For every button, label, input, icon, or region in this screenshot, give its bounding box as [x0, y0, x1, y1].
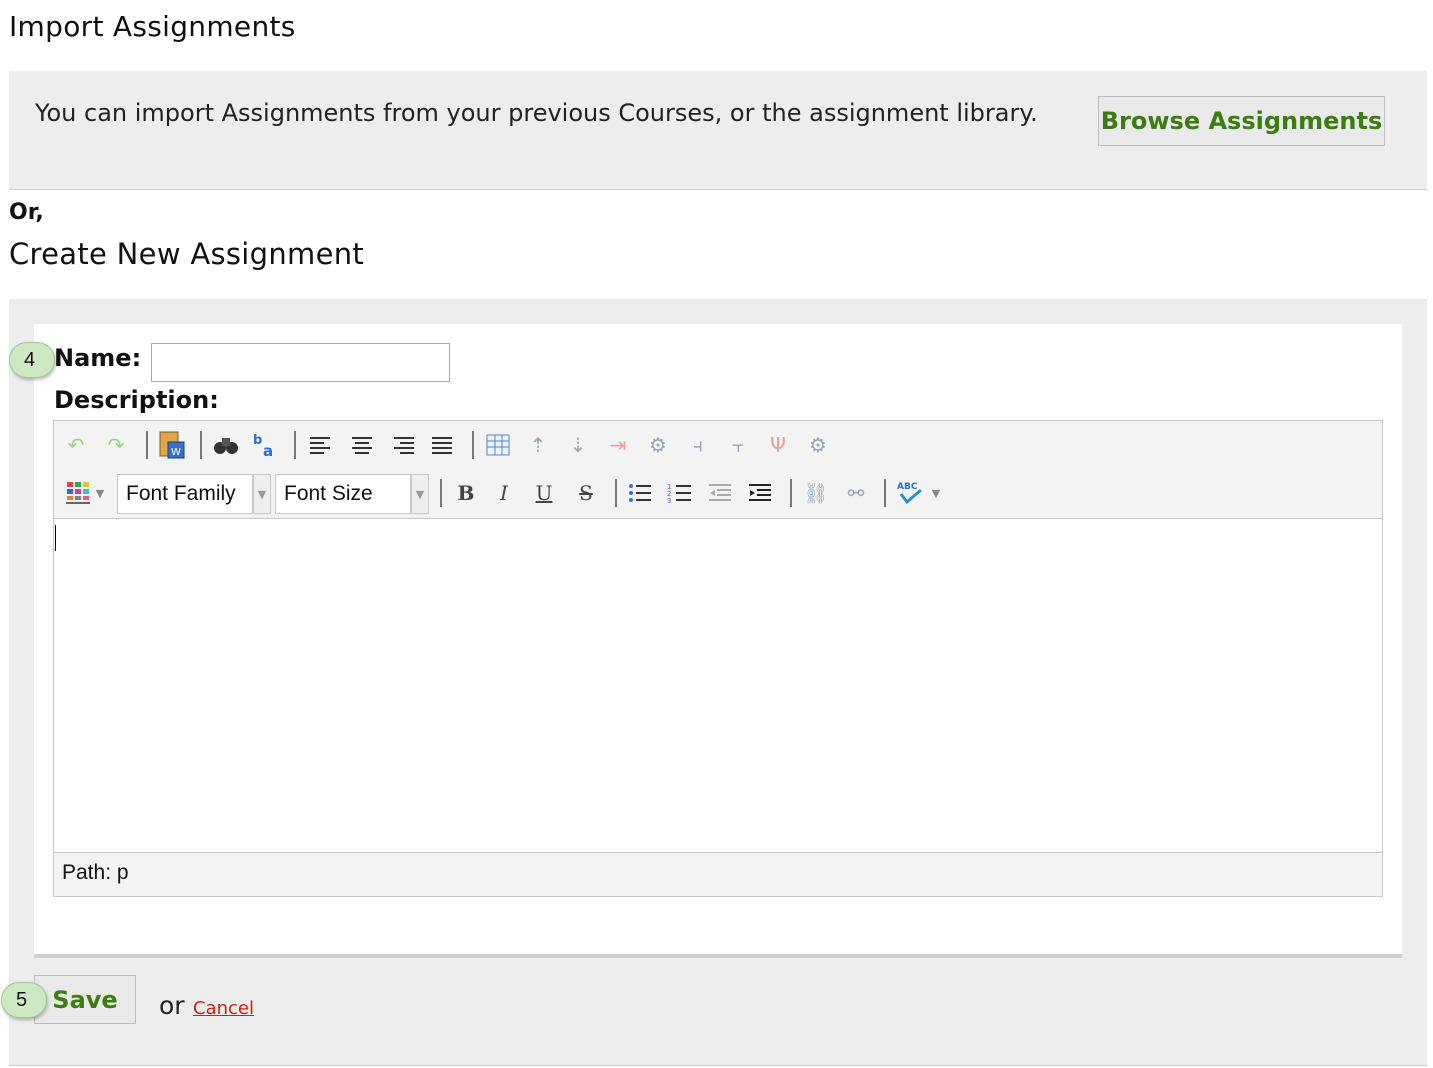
numbered-list-icon[interactable]: 123 — [664, 477, 696, 509]
paste-word-icon[interactable]: W — [156, 429, 188, 461]
toolbar-separator — [884, 479, 886, 507]
toolbar-separator — [294, 431, 296, 459]
undo-icon[interactable]: ↶ — [60, 429, 92, 461]
text-caret — [55, 525, 56, 551]
delete-row-icon[interactable]: ⇥ — [602, 429, 634, 461]
save-button[interactable]: Save — [34, 975, 136, 1024]
replace-icon[interactable]: ba — [250, 429, 282, 461]
row-after-icon[interactable]: ⇣ — [562, 429, 594, 461]
find-icon[interactable] — [210, 429, 242, 461]
col-after-icon[interactable]: ⫟ — [722, 429, 754, 461]
text-color-icon[interactable] — [62, 477, 94, 509]
font-family-select[interactable]: Font Family — [117, 474, 253, 514]
editor-toolbar-row-2: ▼ Font Family ▼ Font Size ▼ B I U S 123 — [54, 469, 1382, 517]
create-panel: Name: Description: ↶ ↷ W ba ⇡ ⇣ ⇥ ⚙ ⫞ ⫟ … — [1, 299, 1427, 1066]
underline-icon[interactable]: U — [528, 477, 560, 509]
description-editor: ↶ ↷ W ba ⇡ ⇣ ⇥ ⚙ ⫞ ⫟ Ψ ⚙ ▼ Font Family ▼… — [53, 420, 1383, 897]
import-panel: You can import Assignments from your pre… — [9, 71, 1427, 190]
redo-icon[interactable]: ↷ — [100, 429, 132, 461]
outdent-icon[interactable] — [704, 477, 736, 509]
svg-text:W: W — [171, 447, 181, 458]
delete-col-icon[interactable]: Ψ — [762, 429, 794, 461]
unlink-icon[interactable]: ⚯ — [840, 477, 872, 509]
font-family-dropdown-icon[interactable]: ▼ — [253, 474, 271, 514]
or-text: or — [159, 991, 185, 1020]
row-before-icon[interactable]: ⇡ — [522, 429, 554, 461]
toolbar-separator — [146, 431, 148, 459]
svg-text:3: 3 — [667, 497, 671, 504]
row-props-icon[interactable]: ⚙ — [642, 429, 674, 461]
toolbar-separator — [790, 479, 792, 507]
svg-text:b: b — [253, 433, 262, 448]
col-before-icon[interactable]: ⫞ — [682, 429, 714, 461]
table-icon[interactable] — [482, 429, 514, 461]
name-input[interactable] — [151, 343, 450, 382]
italic-icon[interactable]: I — [488, 477, 520, 509]
align-right-icon[interactable] — [388, 429, 420, 461]
bullet-list-icon[interactable] — [624, 477, 656, 509]
toolbar-separator — [615, 479, 617, 507]
or-label: Or, — [9, 200, 44, 225]
step-callout-4: 4 — [9, 342, 55, 378]
align-center-icon[interactable] — [346, 429, 378, 461]
assignment-form: Name: Description: ↶ ↷ W ba ⇡ ⇣ ⇥ ⚙ ⫞ ⫟ … — [9, 324, 1402, 958]
indent-icon[interactable] — [744, 477, 776, 509]
name-label: Name: — [54, 344, 142, 372]
spellcheck-icon[interactable]: ABC — [894, 477, 926, 509]
spellcheck-dropdown-icon[interactable]: ▼ — [928, 477, 944, 509]
description-label: Description: — [54, 386, 219, 414]
import-description: You can import Assignments from your pre… — [35, 99, 1038, 127]
editor-path: Path: p — [62, 861, 129, 884]
svg-text:ABC: ABC — [897, 482, 918, 492]
import-heading: Import Assignments — [9, 10, 296, 43]
create-heading: Create New Assignment — [9, 237, 365, 271]
toolbar-separator — [440, 479, 442, 507]
text-color-dropdown-icon[interactable]: ▼ — [92, 477, 108, 509]
link-icon[interactable]: ⛓ — [800, 477, 832, 509]
svg-text:a: a — [263, 442, 273, 459]
align-left-icon[interactable] — [304, 429, 336, 461]
font-size-dropdown-icon[interactable]: ▼ — [411, 474, 429, 514]
font-size-select[interactable]: Font Size — [275, 474, 411, 514]
cell-props-icon[interactable]: ⚙ — [802, 429, 834, 461]
step-callout-5: 5 — [1, 982, 47, 1018]
browse-assignments-button[interactable]: Browse Assignments — [1098, 96, 1385, 146]
bold-icon[interactable]: B — [450, 477, 482, 509]
cancel-link[interactable]: Cancel — [193, 998, 254, 1019]
align-justify-icon[interactable] — [426, 429, 458, 461]
strikethrough-icon[interactable]: S — [570, 477, 602, 509]
editor-content-area[interactable] — [54, 518, 1382, 853]
editor-toolbar-row-1: ↶ ↷ W ba ⇡ ⇣ ⇥ ⚙ ⫞ ⫟ Ψ ⚙ — [54, 421, 1382, 469]
toolbar-separator — [200, 431, 202, 459]
toolbar-separator — [472, 431, 474, 459]
